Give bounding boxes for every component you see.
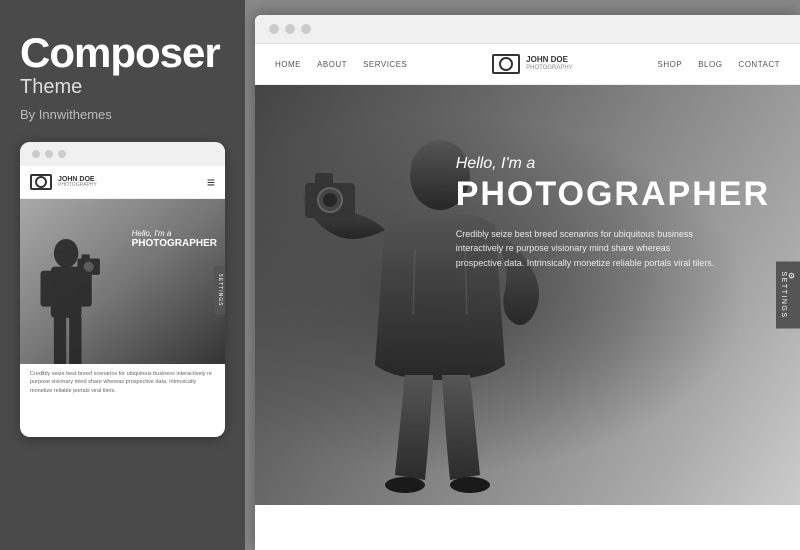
mobile-hello-text: Hello, I'm a [132, 229, 217, 238]
mobile-body-text: Credibly seize best breed scenarios for … [20, 364, 225, 401]
desktop-nav: HOME ABOUT SERVICES JOHN DOE PHOTOGRAPHY… [255, 44, 800, 85]
mobile-hamburger-icon[interactable]: ≡ [207, 175, 215, 189]
desktop-hello-text: Hello, I'm a [456, 155, 770, 173]
mobile-logo-text: JOHN DOE PHOTOGRAPHY [58, 176, 97, 189]
desktop-camera-icon [492, 54, 520, 74]
mobile-camera-icon [30, 174, 52, 190]
dot-2 [45, 150, 53, 158]
nav-about[interactable]: ABOUT [317, 60, 347, 69]
desktop-dot-1 [269, 24, 279, 34]
desktop-preview: HOME ABOUT SERVICES JOHN DOE PHOTOGRAPHY… [255, 15, 800, 550]
desktop-nav-links-right: SHOP BLOG CONTACT [658, 60, 780, 69]
mobile-logo: JOHN DOE PHOTOGRAPHY [30, 174, 97, 190]
theme-title-line2: Theme [20, 76, 225, 99]
mobile-window-bar [20, 142, 225, 166]
dot-3 [58, 150, 66, 158]
dot-1 [32, 150, 40, 158]
settings-label: SETTINGS [780, 271, 787, 318]
desktop-settings-tab[interactable]: ⚙ SETTINGS [776, 261, 800, 328]
mobile-settings-tab[interactable]: SETTINGS [214, 265, 225, 314]
nav-shop[interactable]: SHOP [658, 60, 683, 69]
desktop-dot-2 [285, 24, 295, 34]
desktop-window-bar [255, 15, 800, 44]
desktop-hero: Hello, I'm a PHOTOGRAPHER Credibly seize… [255, 85, 800, 505]
nav-services[interactable]: SERVICES [363, 60, 407, 69]
left-panel: Composer Theme By Innwithemes JOHN DOE P… [0, 0, 245, 550]
settings-gear-icon: ⚙ [787, 271, 796, 314]
theme-title-block: Composer Theme By Innwithemes [20, 30, 225, 122]
mobile-photographer-text: PHOTOGRAPHER [132, 238, 217, 249]
mobile-nav: JOHN DOE PHOTOGRAPHY ≡ [20, 166, 225, 199]
desktop-hero-text-area: Hello, I'm a PHOTOGRAPHER Credibly seize… [456, 155, 770, 270]
desktop-logo: JOHN DOE PHOTOGRAPHY [492, 54, 573, 74]
photographer-illustration [285, 85, 605, 505]
theme-title-line1: Composer [20, 30, 225, 76]
desktop-photographer-text: PHOTOGRAPHER [456, 177, 770, 211]
desktop-nav-links-left: HOME ABOUT SERVICES [275, 60, 407, 69]
desktop-logo-text: JOHN DOE PHOTOGRAPHY [526, 56, 573, 71]
mobile-hero-image: Hello, I'm a PHOTOGRAPHER [20, 199, 225, 364]
theme-author: By Innwithemes [20, 107, 225, 122]
right-panel: HOME ABOUT SERVICES JOHN DOE PHOTOGRAPHY… [245, 0, 800, 550]
nav-home[interactable]: HOME [275, 60, 301, 69]
mobile-hero-text: Hello, I'm a PHOTOGRAPHER [132, 229, 217, 249]
desktop-hero-description: Credibly seize best breed scenarios for … [456, 227, 716, 270]
nav-contact[interactable]: CONTACT [738, 60, 780, 69]
mobile-preview: JOHN DOE PHOTOGRAPHY ≡ [20, 142, 225, 437]
desktop-dot-3 [301, 24, 311, 34]
nav-blog[interactable]: BLOG [698, 60, 722, 69]
